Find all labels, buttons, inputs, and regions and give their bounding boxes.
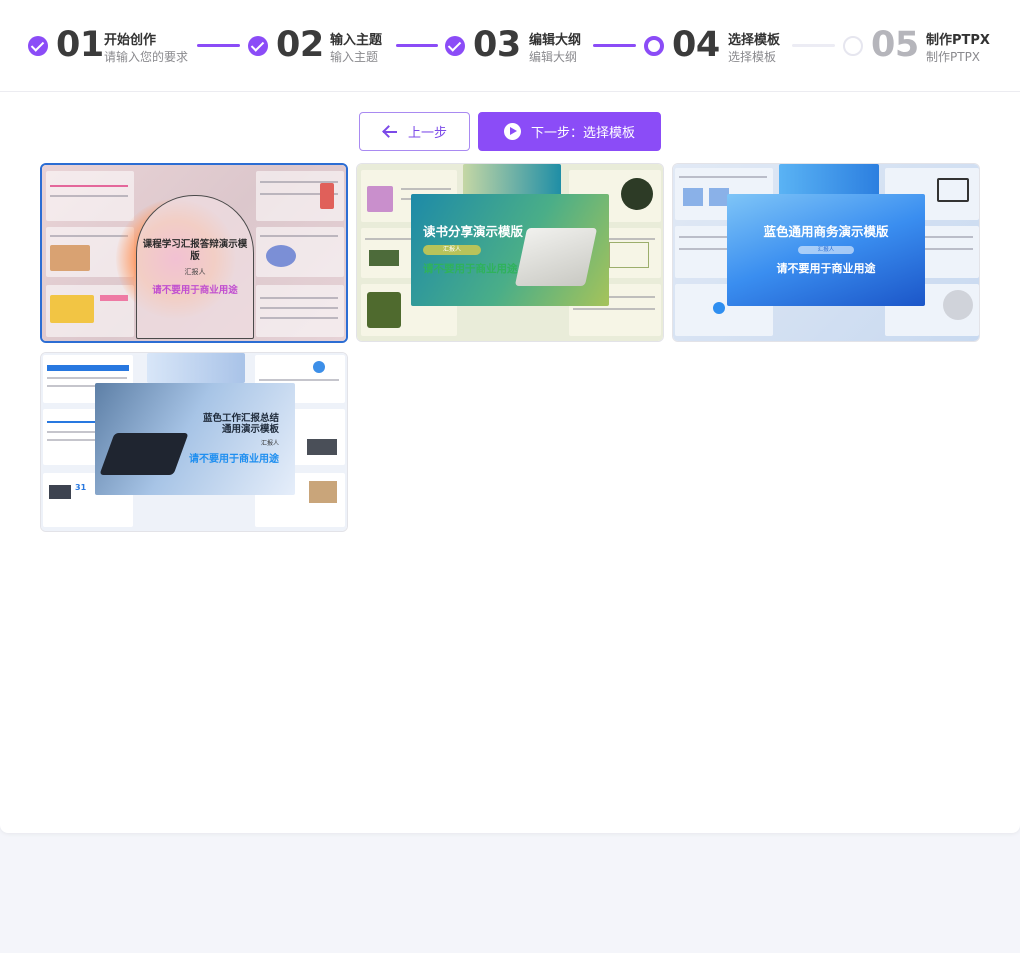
template-card-4[interactable]: 31 蓝色工作汇报总结通用演示模板 汇报人 请不要用于商业用途 — [40, 352, 348, 532]
arrow-left-icon — [382, 125, 398, 139]
check-circle-icon — [248, 36, 268, 56]
mini-slide — [46, 171, 134, 221]
template-notice: 请不要用于商业用途 — [776, 261, 876, 275]
step-connector — [396, 44, 438, 47]
step-title: 编辑大纲 — [529, 33, 582, 48]
step-04: 04 选择模板 选择模板 — [636, 0, 796, 92]
step-number: 05 — [871, 25, 919, 65]
template-notice: 请不要用于商业用途 — [189, 454, 279, 465]
main-card: 01 开始创作 请输入您的要求 02 输入主题 输入主题 03 编辑大纲 编辑大… — [0, 0, 1020, 833]
step-subtitle: 选择模板 — [728, 50, 777, 64]
mini-slide — [256, 285, 344, 337]
mini-slide — [147, 353, 245, 383]
step-01: 01 开始创作 请输入您的要求 — [0, 0, 200, 92]
cover-slide: 读书分享演示模版 汇报人 请不要用于商业用途 — [411, 194, 609, 306]
prev-step-button[interactable]: 上一步 — [359, 112, 470, 151]
step-title: 开始创作 — [104, 33, 157, 48]
template-byline: 汇报人 — [423, 244, 481, 255]
template-byline: 汇报人 — [184, 267, 206, 276]
prev-step-label: 上一步 — [407, 126, 447, 141]
cover-slide: 课程学习汇报答辩演示模版 汇报人 请不要用于商业用途 — [136, 195, 254, 339]
step-progress: 01 开始创作 请输入您的要求 02 输入主题 输入主题 03 编辑大纲 编辑大… — [0, 0, 1020, 92]
step-title: 输入主题 — [330, 33, 383, 48]
step-subtitle: 制作PTPX — [926, 50, 981, 64]
template-title: 蓝色工作汇报总结通用演示模板 — [202, 413, 279, 435]
cover-slide: 蓝色工作汇报总结通用演示模板 汇报人 请不要用于商业用途 — [95, 383, 295, 495]
step-connector — [792, 44, 835, 47]
step-subtitle: 输入主题 — [330, 50, 379, 64]
template-title: 蓝色通用商务演示模版 — [763, 223, 889, 239]
step-title: 制作PTPX — [926, 33, 990, 48]
step-number: 02 — [276, 25, 324, 65]
step-connector — [593, 44, 636, 47]
template-card-3[interactable]: 蓝色通用商务演示模版 汇报人 请不要用于商业用途 — [672, 163, 980, 342]
template-card-1[interactable]: 课程学习汇报答辩演示模版 汇报人 请不要用于商业用途 — [40, 163, 348, 343]
step-title: 选择模板 — [728, 33, 781, 48]
next-step-button[interactable]: 下一步：选择模板 — [478, 112, 661, 151]
step-02: 02 输入主题 输入主题 — [240, 0, 400, 92]
template-byline: 汇报人 — [798, 245, 854, 254]
mini-slide — [256, 171, 344, 221]
template-card-2[interactable]: 读书分享演示模版 汇报人 请不要用于商业用途 — [356, 163, 664, 342]
check-circle-icon — [445, 36, 465, 56]
book-image — [514, 228, 598, 286]
step-connector — [197, 44, 240, 47]
pending-step-icon — [843, 36, 863, 56]
cover-slide: 蓝色通用商务演示模版 汇报人 请不要用于商业用途 — [727, 194, 925, 306]
step-03: 03 编辑大纲 编辑大纲 — [438, 0, 598, 92]
play-circle-icon — [503, 123, 521, 140]
active-step-icon — [644, 36, 664, 56]
step-subtitle: 请输入您的要求 — [104, 50, 189, 64]
step-05: 05 制作PTPX 制作PTPX — [835, 0, 1020, 92]
next-step-label: 下一步：选择模板 — [530, 126, 635, 141]
step-subtitle: 编辑大纲 — [529, 50, 578, 64]
template-byline: 汇报人 — [260, 440, 279, 447]
laptop-image — [99, 433, 189, 475]
template-notice: 请不要用于商业用途 — [152, 284, 238, 296]
mini-slide — [46, 285, 134, 337]
step-number: 03 — [473, 25, 521, 65]
step-number: 04 — [672, 25, 720, 65]
check-circle-icon — [28, 36, 48, 56]
mini-slide — [256, 227, 344, 277]
template-title: 课程学习汇报答辩演示模版 — [142, 238, 248, 262]
step-number: 01 — [56, 25, 104, 65]
